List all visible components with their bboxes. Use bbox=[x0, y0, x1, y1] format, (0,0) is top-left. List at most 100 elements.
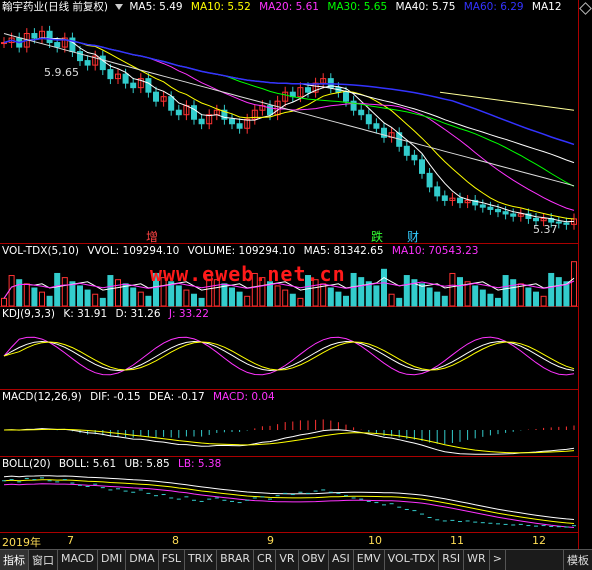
volume-bar bbox=[548, 272, 555, 307]
candle-body bbox=[419, 159, 425, 174]
volume-bar bbox=[434, 291, 441, 307]
volume-bar bbox=[274, 285, 281, 307]
tab-rsi[interactable]: RSI bbox=[439, 550, 465, 570]
tab-dma[interactable]: DMA bbox=[126, 550, 159, 570]
volume-bar bbox=[472, 285, 479, 307]
tab-trix[interactable]: TRIX bbox=[185, 550, 218, 570]
volume-bar bbox=[403, 275, 410, 307]
low-price-label: 5.37 bbox=[533, 223, 558, 236]
axis-label-sep: 9 bbox=[267, 534, 274, 547]
tab-wr[interactable]: WR bbox=[464, 550, 490, 570]
volume-bar bbox=[449, 272, 456, 307]
tab-vr[interactable]: VR bbox=[276, 550, 299, 570]
macd-chart[interactable] bbox=[0, 390, 578, 457]
candle-body bbox=[198, 118, 205, 125]
volume-bar bbox=[381, 268, 387, 307]
volume-bar bbox=[69, 281, 76, 307]
kdj-pane[interactable]: KDJ(9,3,3) K: 31.91 D: 31.26 J: 33.22 bbox=[0, 307, 578, 390]
ma250-line bbox=[439, 91, 575, 111]
marker-cai[interactable]: 财 bbox=[407, 228, 419, 245]
date-axis: 2019年 7 8 9 10 11 12 bbox=[0, 533, 592, 549]
volume-bar bbox=[244, 295, 251, 307]
boll-pane[interactable]: BOLL(20) BOLL: 5.61 UB: 5.85 LB: 5.38 bbox=[0, 457, 578, 533]
volume-bar bbox=[31, 287, 38, 307]
tab-dmi[interactable]: DMI bbox=[98, 550, 127, 570]
price-chart[interactable] bbox=[0, 0, 578, 244]
volume-bar bbox=[419, 283, 425, 307]
volume-bar bbox=[373, 285, 380, 307]
volume-bar bbox=[540, 295, 547, 307]
volume-bar bbox=[343, 295, 349, 307]
candle-body bbox=[305, 87, 311, 93]
volume-bar bbox=[388, 293, 395, 307]
tab-template[interactable]: 模板 bbox=[563, 550, 592, 570]
candle-body bbox=[343, 91, 349, 102]
tab-macd[interactable]: MACD bbox=[58, 550, 98, 570]
indicator-tab-bar: 指标 窗口 MACD DMI DMA FSL TRIX BRAR CR VR O… bbox=[0, 549, 592, 570]
candle-body bbox=[441, 195, 448, 201]
tab-window[interactable]: 窗口 bbox=[29, 550, 58, 570]
candle-body bbox=[54, 42, 61, 48]
candle-body bbox=[533, 217, 539, 222]
tab-fsl[interactable]: FSL bbox=[159, 550, 185, 570]
candle-body bbox=[563, 222, 570, 225]
axis-label-jul: 7 bbox=[67, 534, 74, 547]
candle-body bbox=[229, 118, 235, 125]
volume-bar bbox=[221, 283, 228, 307]
tab-indicator[interactable]: 指标 bbox=[0, 550, 29, 570]
candle-body bbox=[457, 197, 463, 204]
volume-bar bbox=[327, 287, 334, 307]
candle-body bbox=[130, 82, 137, 89]
tab-asi[interactable]: ASI bbox=[329, 550, 354, 570]
candle-body bbox=[168, 96, 175, 111]
candle-body bbox=[510, 213, 517, 217]
candle-body bbox=[495, 208, 501, 213]
boll-chart[interactable] bbox=[0, 457, 578, 533]
candle-body bbox=[411, 154, 418, 161]
candle-body bbox=[145, 78, 152, 93]
tab-obv[interactable]: OBV bbox=[299, 550, 329, 570]
marker-die[interactable]: 跌 bbox=[371, 228, 383, 245]
scroll-diamond-icon[interactable] bbox=[579, 2, 592, 15]
volume-bar bbox=[236, 291, 243, 307]
volume-bar bbox=[137, 291, 144, 307]
volume-bar bbox=[533, 291, 539, 307]
candle-body bbox=[358, 109, 365, 116]
marker-zeng[interactable]: 增 bbox=[146, 228, 158, 245]
tab-emv[interactable]: EMV bbox=[354, 550, 385, 570]
tab-brar[interactable]: BRAR bbox=[217, 550, 255, 570]
candle-body bbox=[175, 109, 182, 116]
right-axis bbox=[578, 0, 592, 549]
volume-bar bbox=[191, 293, 197, 307]
volume-bar bbox=[84, 289, 91, 307]
candle-body bbox=[365, 114, 372, 125]
tab-cr[interactable]: CR bbox=[254, 550, 277, 570]
candle-body bbox=[403, 145, 410, 156]
kdj-chart[interactable] bbox=[0, 307, 578, 390]
kdj-k-line bbox=[3, 340, 575, 372]
candle-body bbox=[350, 100, 357, 111]
ma120-line bbox=[3, 33, 575, 187]
kdj-d-line bbox=[3, 341, 575, 371]
candle-body bbox=[46, 30, 53, 44]
volume-bar bbox=[77, 285, 83, 307]
volume-bar bbox=[479, 289, 486, 307]
volume-bar bbox=[487, 293, 494, 307]
candle-body bbox=[122, 73, 129, 84]
boll-lb-line bbox=[3, 483, 575, 528]
volume-bar bbox=[495, 297, 501, 307]
ma40-line bbox=[3, 37, 575, 164]
volume-bar bbox=[297, 297, 304, 307]
tab-vol-tdx[interactable]: VOL-TDX bbox=[385, 550, 440, 570]
volume-bar bbox=[555, 277, 562, 307]
volume-bar bbox=[335, 291, 342, 307]
macd-pane[interactable]: MACD(12,26,9) DIF: -0.15 DEA: -0.17 MACD… bbox=[0, 390, 578, 457]
candle-body bbox=[107, 69, 114, 80]
volume-bar bbox=[99, 297, 106, 307]
tab-more[interactable]: > bbox=[490, 550, 506, 570]
candle-body bbox=[31, 33, 38, 39]
volume-bar bbox=[122, 283, 129, 307]
axis-label-aug: 8 bbox=[172, 534, 179, 547]
price-pane[interactable]: 翰宇药业(日线 前复权) MA5: 5.49 MA10: 5.52 MA20: … bbox=[0, 0, 578, 244]
candle-body bbox=[502, 211, 509, 215]
